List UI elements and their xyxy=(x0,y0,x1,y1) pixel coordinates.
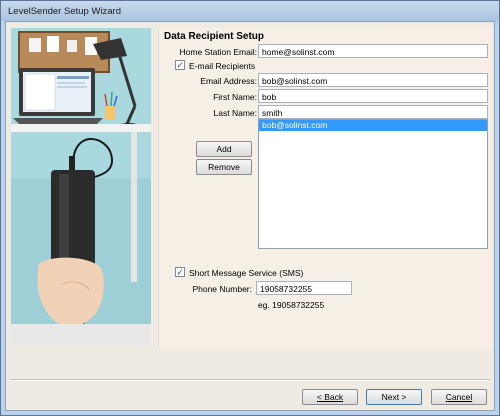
wizard-client-area: Data Recipient Setup Home Station Email:… xyxy=(5,21,495,411)
first-name-label: First Name: xyxy=(213,92,257,102)
data-recipient-panel: Data Recipient Setup Home Station Email:… xyxy=(158,28,492,348)
illustration-levelsender xyxy=(11,28,151,346)
title-bar: LevelSender Setup Wizard xyxy=(1,1,499,21)
phone-number-label: Phone Number: xyxy=(192,284,252,294)
window-title: LevelSender Setup Wizard xyxy=(8,6,122,17)
next-button[interactable]: Next > xyxy=(366,389,422,405)
email-recipients-checkbox[interactable]: ✓ xyxy=(175,60,185,70)
last-name-field[interactable]: smith xyxy=(258,105,488,119)
home-station-email-label: Home Station Email: xyxy=(179,47,257,57)
levelsender-illustration-image xyxy=(11,28,151,346)
home-station-email-field[interactable]: home@solinst.com xyxy=(258,44,488,58)
first-name-field[interactable]: bob xyxy=(258,89,488,103)
footer-divider xyxy=(10,379,490,381)
check-mark-icon: ✓ xyxy=(176,60,184,70)
recipient-listbox[interactable]: bob@solinst.com xyxy=(258,119,488,249)
phone-example-text: eg. 19058732255 xyxy=(258,300,325,310)
wizard-window: LevelSender Setup Wizard Data Recipient … xyxy=(0,0,500,416)
page-title: Data Recipient Setup xyxy=(164,31,265,42)
sms-label: Short Message Service (SMS) xyxy=(189,268,304,278)
add-recipient-button[interactable]: Add xyxy=(196,141,252,157)
list-item[interactable]: bob@solinst.com xyxy=(259,120,487,131)
last-name-label: Last Name: xyxy=(213,108,257,118)
cancel-button[interactable]: Cancel xyxy=(431,389,487,405)
email-recipients-label: E-mail Recipients xyxy=(189,61,256,71)
email-address-label: Email Address: xyxy=(200,76,257,86)
remove-recipient-button[interactable]: Remove xyxy=(196,159,252,175)
phone-number-field[interactable]: 19058732255 xyxy=(256,281,352,295)
email-address-field[interactable]: bob@solinst.com xyxy=(258,73,488,87)
back-button[interactable]: < Back xyxy=(302,389,358,405)
sms-checkbox[interactable]: ✓ xyxy=(175,267,185,277)
check-mark-icon: ✓ xyxy=(176,267,184,277)
